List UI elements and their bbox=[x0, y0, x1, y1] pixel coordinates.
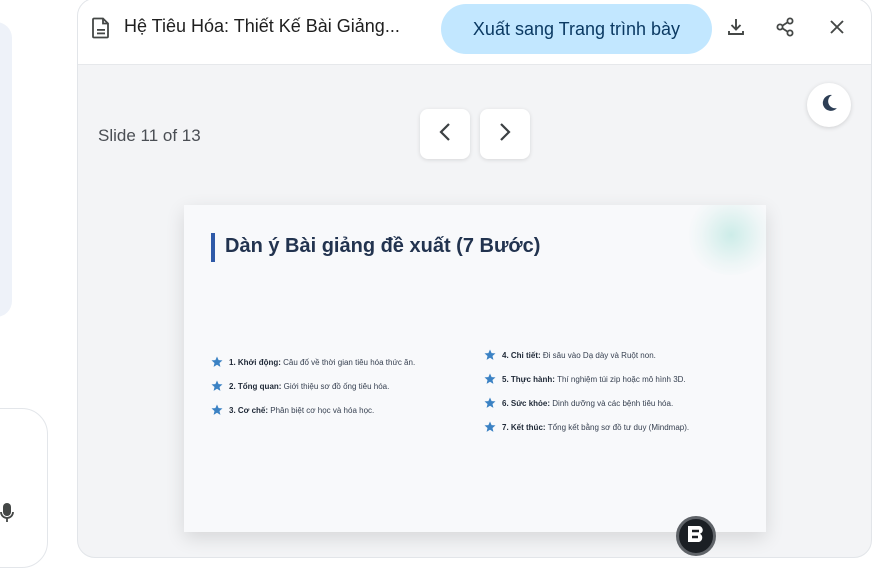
viewer-header: Hệ Tiêu Hóa: Thiết Kế Bài Giảng... Xuất … bbox=[78, 0, 871, 65]
share-icon[interactable] bbox=[773, 15, 797, 39]
next-slide-button[interactable] bbox=[480, 109, 530, 159]
item-label: 4. Chi tiết: bbox=[502, 350, 541, 360]
download-icon[interactable] bbox=[724, 15, 748, 39]
list-item: 6. Sức khỏe: Dinh dưỡng và các bệnh tiêu… bbox=[484, 391, 689, 415]
item-text: Câu đố về thời gian tiêu hóa thức ăn. bbox=[283, 357, 416, 367]
export-to-slides-button[interactable]: Xuất sang Trang trình bày bbox=[441, 4, 712, 54]
star-icon bbox=[211, 380, 223, 391]
item-label: 6. Sức khỏe: bbox=[502, 398, 551, 408]
star-icon bbox=[211, 404, 223, 415]
item-text: Tổng kết bằng sơ đồ tư duy (Mindmap). bbox=[547, 422, 690, 432]
floating-action-button[interactable] bbox=[676, 516, 716, 556]
document-icon bbox=[92, 17, 110, 39]
slide-canvas: Dàn ý Bài giảng đề xuất (7 Bước) 1. Khởi… bbox=[184, 205, 766, 532]
item-label: 1. Khởi động: bbox=[229, 357, 281, 367]
title-accent-bar bbox=[211, 233, 215, 262]
dark-mode-toggle[interactable] bbox=[807, 83, 851, 127]
list-item: 5. Thực hành: Thí nghiệm túi zip hoặc mô… bbox=[484, 367, 689, 391]
slide-counter: Slide 11 of 13 bbox=[98, 126, 201, 145]
previous-slide-button[interactable] bbox=[420, 109, 470, 159]
star-icon bbox=[484, 373, 496, 384]
chevron-right-icon bbox=[498, 122, 512, 147]
outline-column-left: 1. Khởi động: Câu đố về thời gian tiêu h… bbox=[211, 350, 415, 422]
slide-title: Dàn ý Bài giảng đề xuất (7 Bước) bbox=[225, 235, 541, 257]
list-item: 2. Tổng quan: Giới thiệu sơ đồ ống tiêu … bbox=[211, 374, 415, 398]
item-text: Thí nghiệm túi zip hoặc mô hình 3D. bbox=[557, 374, 686, 384]
item-text: Phân biệt cơ học và hóa học. bbox=[270, 405, 375, 415]
input-box[interactable] bbox=[0, 408, 48, 568]
side-panel-card bbox=[0, 22, 12, 317]
list-item: 7. Kết thúc: Tổng kết bằng sơ đồ tư duy … bbox=[484, 415, 689, 439]
document-title: Hệ Tiêu Hóa: Thiết Kế Bài Giảng... bbox=[124, 16, 400, 36]
item-label: 7. Kết thúc: bbox=[502, 422, 546, 432]
close-icon[interactable] bbox=[825, 15, 849, 39]
item-label: 2. Tổng quan: bbox=[229, 381, 282, 391]
microphone-icon[interactable] bbox=[0, 502, 14, 524]
star-icon bbox=[484, 397, 496, 408]
outline-column-right: 4. Chi tiết: Đi sâu vào Dạ dày và Ruột n… bbox=[484, 343, 689, 439]
chevron-left-icon bbox=[438, 122, 452, 147]
item-text: Dinh dưỡng và các bệnh tiêu hóa. bbox=[552, 398, 674, 408]
item-label: 3. Cơ chế: bbox=[229, 405, 269, 415]
star-icon bbox=[484, 349, 496, 360]
list-item: 3. Cơ chế: Phân biệt cơ học và hóa học. bbox=[211, 398, 415, 422]
list-item: 4. Chi tiết: Đi sâu vào Dạ dày và Ruột n… bbox=[484, 343, 689, 367]
moon-icon bbox=[819, 93, 839, 118]
star-icon bbox=[211, 356, 223, 367]
item-text: Đi sâu vào Dạ dày và Ruột non. bbox=[542, 350, 656, 360]
document-viewer-panel: Hệ Tiêu Hóa: Thiết Kế Bài Giảng... Xuất … bbox=[77, 0, 872, 558]
logo-icon bbox=[686, 525, 706, 548]
star-icon bbox=[484, 421, 496, 432]
item-label: 5. Thực hành: bbox=[502, 374, 555, 384]
item-text: Giới thiệu sơ đồ ống tiêu hóa. bbox=[283, 381, 390, 391]
list-item: 1. Khởi động: Câu đố về thời gian tiêu h… bbox=[211, 350, 415, 374]
decorative-glow bbox=[686, 205, 766, 275]
